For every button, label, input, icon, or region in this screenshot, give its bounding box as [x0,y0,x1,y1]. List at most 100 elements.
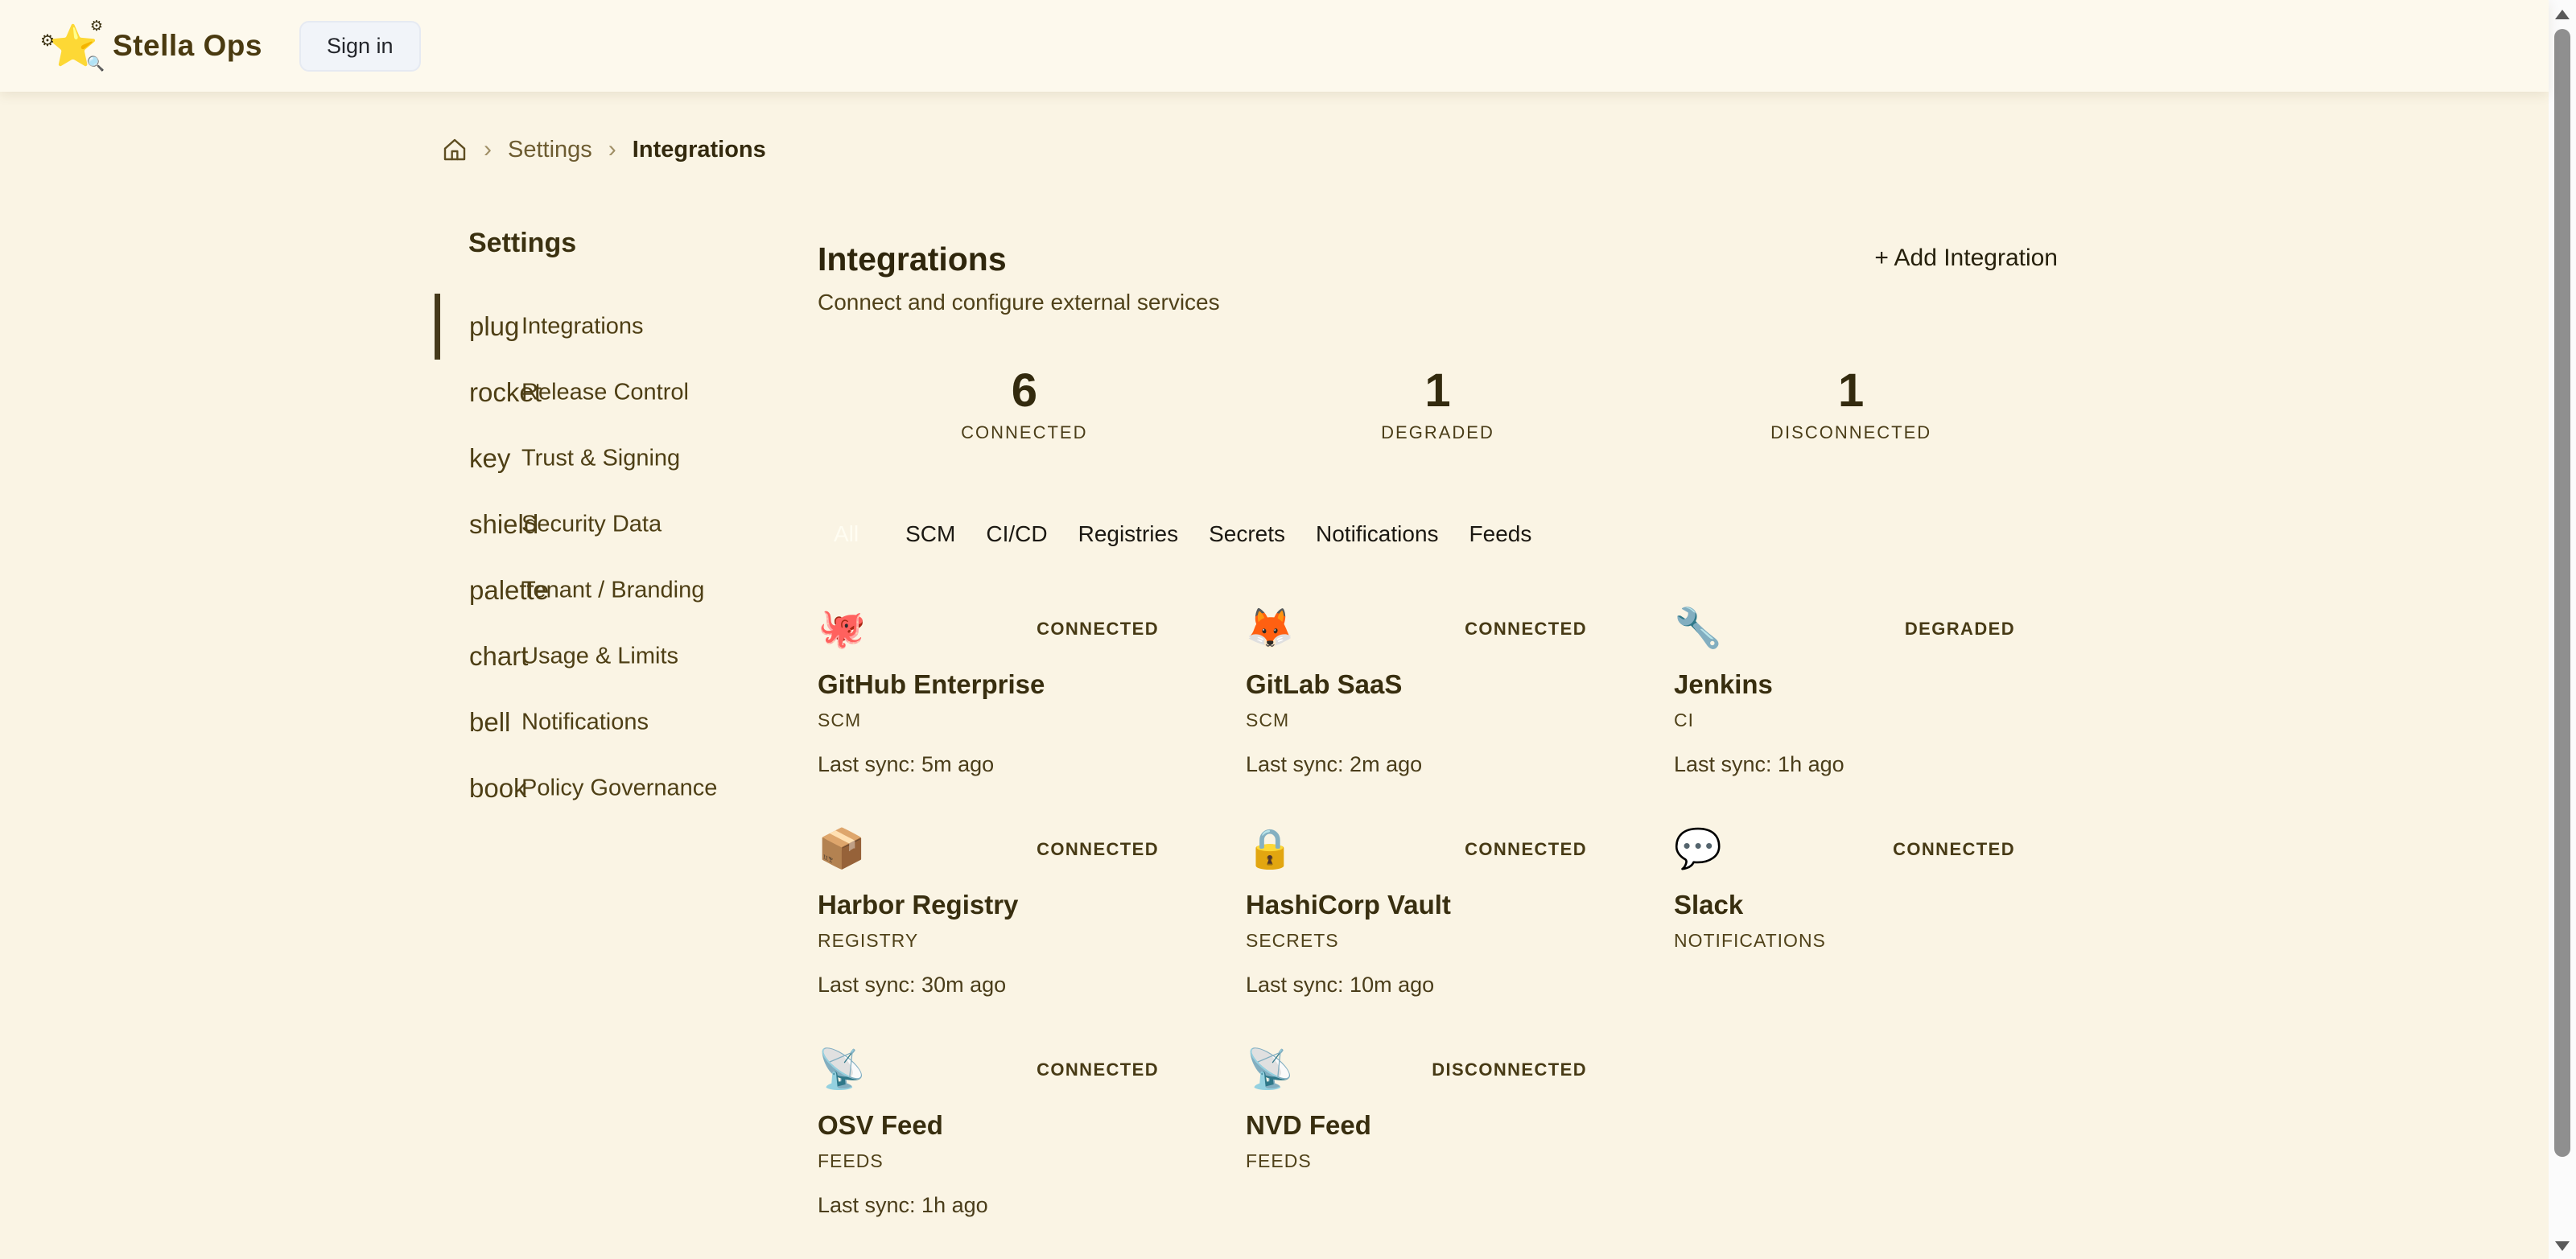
integration-type: REGISTRY [818,930,1159,952]
sign-in-button[interactable]: Sign in [299,21,421,72]
integration-name: Harbor Registry [818,890,1159,920]
category-tab[interactable]: All [818,515,875,553]
category-tab[interactable]: CI/CD [986,515,1047,553]
sidebar-item-label: Tenant / Branding [521,578,704,604]
octopus-icon: 🐙 [818,605,866,653]
breadcrumb-separator: › [484,138,492,162]
integration-card[interactable]: 📡 DISCONNECTED NVD Feed FEEDS [1246,1046,1587,1218]
sidebar-item[interactable]: shield Security Data [435,492,805,557]
card-top-row: 🦊 CONNECTED [1246,605,1587,653]
integration-type: FEEDS [1246,1150,1587,1172]
stat-label: DISCONNECTED [1644,422,2058,443]
integration-type: FEEDS [818,1150,1159,1172]
last-sync-text: Last sync: 5m ago [818,752,1159,777]
page-subtitle: Connect and configure external services [818,290,2058,315]
page-title: Integrations [818,240,2058,278]
breadcrumb-settings-link[interactable]: Settings [508,137,592,163]
sidebar-item-label: Trust & Signing [521,446,680,472]
integration-card[interactable]: 📦 CONNECTED Harbor Registry REGISTRY Las… [818,825,1159,998]
sidebar-item[interactable]: book Policy Governance [435,755,805,821]
integration-type: CI [1674,710,2015,731]
category-tabs: All SCM CI/CD Registries Secrets Notific… [818,515,1531,553]
integration-name: OSV Feed [818,1110,1159,1141]
wrench-icon: 🔧 [1674,605,1722,653]
add-integration-button[interactable]: + Add Integration [1874,245,2058,272]
brand-title: Stella Ops [113,29,262,63]
top-bar: ⚙ ⚙ ⭐ 🔍 Stella Ops Sign in [0,0,2549,92]
stat-label: DEGRADED [1231,422,1645,443]
plug-icon: plug [469,311,519,342]
integration-name: GitLab SaaS [1246,669,1587,700]
sidebar-item[interactable]: plug Integrations [435,294,805,360]
stella-ops-logo[interactable]: ⚙ ⚙ ⭐ 🔍 [47,19,100,72]
card-top-row: 🐙 CONNECTED [818,605,1159,653]
sidebar-item-label: Usage & Limits [521,644,678,670]
integration-card[interactable]: 🔧 DEGRADED Jenkins CI Last sync: 1h ago [1674,605,2015,777]
integration-cards: 🐙 CONNECTED GitHub Enterprise SCM Last s… [818,605,2015,1218]
bell-icon: bell [469,707,510,738]
stat-value: 1 [1231,366,1645,416]
home-icon[interactable] [442,137,468,163]
magnifier-icon: 🔍 [87,56,105,72]
integration-type: SECRETS [1246,930,1587,952]
status-stat: 1 DEGRADED [1231,366,1645,443]
settings-sidebar: plug Integrations rocket Release Control… [435,294,805,821]
page-head: Integrations Connect and configure exter… [818,240,2058,315]
last-sync-text: Last sync: 1h ago [818,1193,1159,1218]
stat-label: CONNECTED [818,422,1231,443]
gear-icon: ⚙ [40,31,55,51]
book-icon: book [469,773,527,804]
scrollbar-thumb[interactable] [2554,29,2570,1157]
scroll-up-arrow-icon[interactable] [2555,10,2570,19]
scrollbar[interactable] [2549,0,2576,1259]
integration-card[interactable]: 🔒 CONNECTED HashiCorp Vault SECRETS Last… [1246,825,1587,998]
category-tab[interactable]: SCM [905,515,955,553]
status-badge: CONNECTED [1893,839,2015,860]
integration-type: NOTIFICATIONS [1674,930,2015,952]
last-sync-text: Last sync: 2m ago [1246,752,1587,777]
sidebar-item[interactable]: key Trust & Signing [435,426,805,492]
breadcrumb-separator: › [608,138,616,162]
category-tab[interactable]: Feeds [1469,515,1532,553]
integration-name: Jenkins [1674,669,2015,700]
satellite-icon: 📡 [1246,1046,1294,1094]
sidebar-item-label: Integrations [521,314,644,340]
last-sync-text: Last sync: 30m ago [818,973,1159,998]
integrations-main: Integrations Connect and configure exter… [818,0,2058,1259]
sidebar-item[interactable]: palette Tenant / Branding [435,557,805,623]
integration-name: HashiCorp Vault [1246,890,1587,920]
status-stat: 6 CONNECTED [818,366,1231,443]
stat-value: 6 [818,366,1231,416]
fox-icon: 🦊 [1246,605,1294,653]
stat-value: 1 [1644,366,2058,416]
integration-card[interactable]: 📡 CONNECTED OSV Feed FEEDS Last sync: 1h… [818,1046,1159,1218]
category-tab[interactable]: Registries [1078,515,1178,553]
speech-bubble-icon: 💬 [1674,825,1722,874]
last-sync-text: Last sync: 10m ago [1246,973,1587,998]
integration-name: GitHub Enterprise [818,669,1159,700]
status-badge: DEGRADED [1905,619,2015,640]
breadcrumb: › Settings › Integrations [442,130,766,170]
integration-card[interactable]: 🦊 CONNECTED GitLab SaaS SCM Last sync: 2… [1246,605,1587,777]
status-badge: CONNECTED [1465,619,1587,640]
card-top-row: 💬 CONNECTED [1674,825,2015,874]
chart-icon: chart [469,641,528,672]
sidebar-item[interactable]: rocket Release Control [435,360,805,426]
status-stat: 1 DISCONNECTED [1644,366,2058,443]
status-badge: CONNECTED [1465,839,1587,860]
status-badge: CONNECTED [1037,839,1159,860]
sidebar-item[interactable]: bell Notifications [435,689,805,755]
sidebar-item[interactable]: chart Usage & Limits [435,623,805,689]
satellite-icon: 📡 [818,1046,866,1094]
integration-card[interactable]: 💬 CONNECTED Slack NOTIFICATIONS [1674,825,2015,998]
integration-type: SCM [1246,710,1587,731]
scroll-down-arrow-icon[interactable] [2555,1241,2570,1251]
status-badge: CONNECTED [1037,619,1159,640]
category-tab[interactable]: Notifications [1316,515,1439,553]
breadcrumb-current: Integrations [633,137,766,163]
integration-card[interactable]: 🐙 CONNECTED GitHub Enterprise SCM Last s… [818,605,1159,777]
integration-name: NVD Feed [1246,1110,1587,1141]
sidebar-item-label: Security Data [521,512,662,538]
lock-icon: 🔒 [1246,825,1294,874]
category-tab[interactable]: Secrets [1209,515,1285,553]
